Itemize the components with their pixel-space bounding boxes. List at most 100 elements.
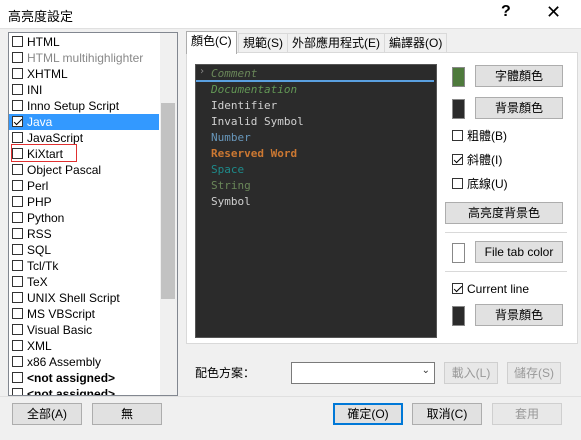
language-checkbox[interactable] (12, 132, 23, 143)
language-list-item[interactable]: KiXtart (9, 146, 159, 162)
language-list-item[interactable]: <not assigned> (9, 386, 159, 395)
language-checkbox[interactable] (12, 148, 23, 159)
language-list-item[interactable]: JavaScript (9, 130, 159, 146)
language-checkbox[interactable] (12, 212, 23, 223)
current-line-checkbox-box[interactable] (452, 283, 463, 294)
language-list-item[interactable]: Perl (9, 178, 159, 194)
language-list-item[interactable]: RSS (9, 226, 159, 242)
tab-rules[interactable]: 規範(S) (238, 33, 288, 52)
language-label: KiXtart (27, 147, 64, 161)
language-list-item[interactable]: <not assigned> (9, 370, 159, 386)
preview-token[interactable]: String (211, 178, 251, 194)
language-checkbox[interactable] (12, 180, 23, 191)
background-color-button[interactable]: 背景顏色 (475, 97, 563, 119)
language-list-item[interactable]: x86 Assembly (9, 354, 159, 370)
footer-separator (0, 396, 581, 397)
font-color-swatch (452, 67, 465, 87)
language-label: <not assigned> (27, 371, 116, 385)
color-scheme-select[interactable]: ⌄ (291, 362, 435, 384)
language-list-item[interactable]: HTML (9, 34, 159, 50)
language-checkbox[interactable] (12, 36, 23, 47)
language-checkbox[interactable] (12, 292, 23, 303)
language-checkbox[interactable] (12, 84, 23, 95)
language-checkbox[interactable] (12, 308, 23, 319)
language-list-scrollbar[interactable] (160, 33, 177, 395)
language-checkbox[interactable] (12, 116, 23, 127)
language-list-item[interactable]: MS VBScript (9, 306, 159, 322)
language-label: x86 Assembly (27, 355, 102, 369)
language-label: INI (27, 83, 43, 97)
close-icon[interactable]: ✕ (546, 2, 561, 23)
preview-token[interactable]: Symbol (211, 194, 251, 210)
language-list-item[interactable]: INI (9, 82, 159, 98)
language-checkbox[interactable] (12, 276, 23, 287)
preview-token[interactable]: Invalid Symbol (211, 114, 304, 130)
language-checkbox[interactable] (12, 68, 23, 79)
language-checkbox[interactable] (12, 340, 23, 351)
underline-checkbox-box[interactable] (452, 178, 463, 189)
load-scheme-button[interactable]: 載入(L) (444, 362, 498, 384)
language-list-item[interactable]: Inno Setup Script (9, 98, 159, 114)
tab-external-apps[interactable]: 外部應用程式(E) (287, 33, 385, 52)
background-color-swatch (452, 99, 465, 119)
apply-button[interactable]: 套用 (492, 403, 562, 425)
language-list-item[interactable]: TeX (9, 274, 159, 290)
current-line-label: Current line (467, 282, 530, 296)
language-list-item[interactable]: Java (9, 114, 159, 130)
syntax-preview[interactable]: › Comment Documentation Identifier Invalid … (195, 64, 437, 338)
highlight-background-button[interactable]: 高亮度背景色 (445, 202, 563, 224)
language-label: Visual Basic (27, 323, 93, 337)
language-label: SQL (27, 243, 52, 257)
language-checkbox[interactable] (12, 164, 23, 175)
preview-token[interactable]: Identifier (211, 98, 277, 114)
save-scheme-button[interactable]: 儲存(S) (507, 362, 561, 384)
language-label: Java (27, 115, 53, 129)
language-checkbox[interactable] (12, 196, 23, 207)
file-tab-color-button[interactable]: File tab color (475, 241, 563, 263)
language-checkbox[interactable] (12, 324, 23, 335)
tab-compiler[interactable]: 編譯器(O) (384, 33, 448, 52)
tab-colors[interactable]: 顏色(C) (186, 31, 237, 54)
font-color-button[interactable]: 字體顏色 (475, 65, 563, 87)
language-checkbox[interactable] (12, 52, 23, 63)
current-line-color-swatch (452, 306, 465, 326)
language-list-item[interactable]: Python (9, 210, 159, 226)
language-list-item[interactable]: XHTML (9, 66, 159, 82)
language-list-item[interactable]: Tcl/Tk (9, 258, 159, 274)
language-label: Perl (27, 179, 49, 193)
language-checkbox[interactable] (12, 356, 23, 367)
language-checkbox[interactable] (12, 260, 23, 271)
language-list-item[interactable]: SQL (9, 242, 159, 258)
preview-token[interactable]: Reserved Word (211, 146, 297, 162)
bold-checkbox-box[interactable] (452, 130, 463, 141)
select-none-button[interactable]: 無 (92, 403, 162, 425)
language-label: RSS (27, 227, 52, 241)
language-label: XML (27, 339, 52, 353)
language-list-item[interactable]: UNIX Shell Script (9, 290, 159, 306)
language-list-item[interactable]: Object Pascal (9, 162, 159, 178)
language-checkbox[interactable] (12, 100, 23, 111)
language-label: XHTML (27, 67, 68, 81)
preview-arrow-icon: › (199, 66, 206, 77)
ok-button[interactable]: 確定(O) (333, 403, 403, 425)
help-icon[interactable]: ? (501, 3, 511, 21)
current-line-background-button[interactable]: 背景顏色 (475, 304, 563, 326)
language-list[interactable]: HTML HTML multihighlighter XHTML INI Inno Se… (8, 32, 178, 396)
language-checkbox[interactable] (12, 244, 23, 255)
italic-checkbox-box[interactable] (452, 154, 463, 165)
language-list-item[interactable]: XML (9, 338, 159, 354)
language-list-item[interactable]: HTML multihighlighter (9, 50, 159, 66)
preview-token[interactable]: Space (211, 162, 244, 178)
language-list-item[interactable]: PHP (9, 194, 159, 210)
preview-token[interactable]: Comment (211, 66, 257, 82)
cancel-button[interactable]: 取消(C) (412, 403, 482, 425)
scrollbar-thumb[interactable] (161, 103, 175, 299)
language-checkbox[interactable] (12, 228, 23, 239)
underline-label: 底線(U) (467, 177, 508, 191)
language-checkbox[interactable] (12, 388, 23, 395)
preview-token[interactable]: Number (211, 130, 251, 146)
select-all-button[interactable]: 全部(A) (12, 403, 82, 425)
language-checkbox[interactable] (12, 372, 23, 383)
language-list-item[interactable]: Visual Basic (9, 322, 159, 338)
preview-token[interactable]: Documentation (211, 82, 297, 98)
